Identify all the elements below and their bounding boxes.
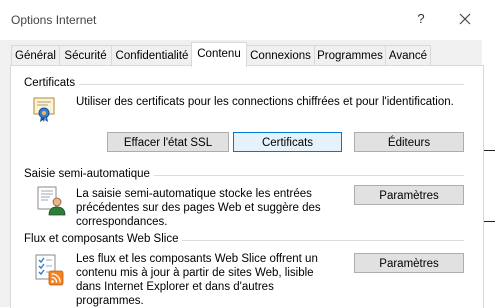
close-icon[interactable] <box>457 11 473 27</box>
tab-content[interactable]: Contenu <box>191 42 247 67</box>
feeds-group-label: Flux et composants Web Slice <box>24 233 183 245</box>
autocomplete-description: La saisie semi-automatique stocke les en… <box>76 188 321 228</box>
background-window-edge <box>483 221 495 222</box>
help-button[interactable]: ? <box>413 11 429 27</box>
tab-connections[interactable]: Connexions <box>246 45 315 66</box>
certificates-group-label: Certificats <box>24 77 80 89</box>
group-divider <box>24 84 464 85</box>
tab-privacy[interactable]: Confidentialité <box>111 45 193 66</box>
autocomplete-user-icon <box>37 186 66 216</box>
certificate-icon <box>33 97 55 122</box>
feeds-description: Les flux et les composants Web Slice off… <box>76 253 318 307</box>
certificates-description: Utiliser des certificats pour les connec… <box>76 96 454 108</box>
title-bar: Options Internet ? <box>0 0 495 40</box>
feeds-settings-button[interactable]: Paramètres <box>354 253 464 273</box>
window-title: Options Internet <box>11 13 97 27</box>
tab-programs[interactable]: Programmes <box>314 45 386 66</box>
tab-security[interactable]: Sécurité <box>59 45 112 66</box>
autocomplete-settings-button[interactable]: Paramètres <box>354 185 464 205</box>
autocomplete-group-label: Saisie semi-automatique <box>24 168 154 180</box>
feeds-icon <box>35 254 64 286</box>
background-window-edge <box>483 150 495 151</box>
tab-general[interactable]: Général <box>11 45 60 66</box>
certificates-button[interactable]: Certificats <box>233 132 342 152</box>
tab-advanced[interactable]: Avancé <box>385 45 431 66</box>
clear-ssl-state-button[interactable]: Effacer l'état SSL <box>107 132 229 152</box>
publishers-button[interactable]: Éditeurs <box>354 132 464 152</box>
